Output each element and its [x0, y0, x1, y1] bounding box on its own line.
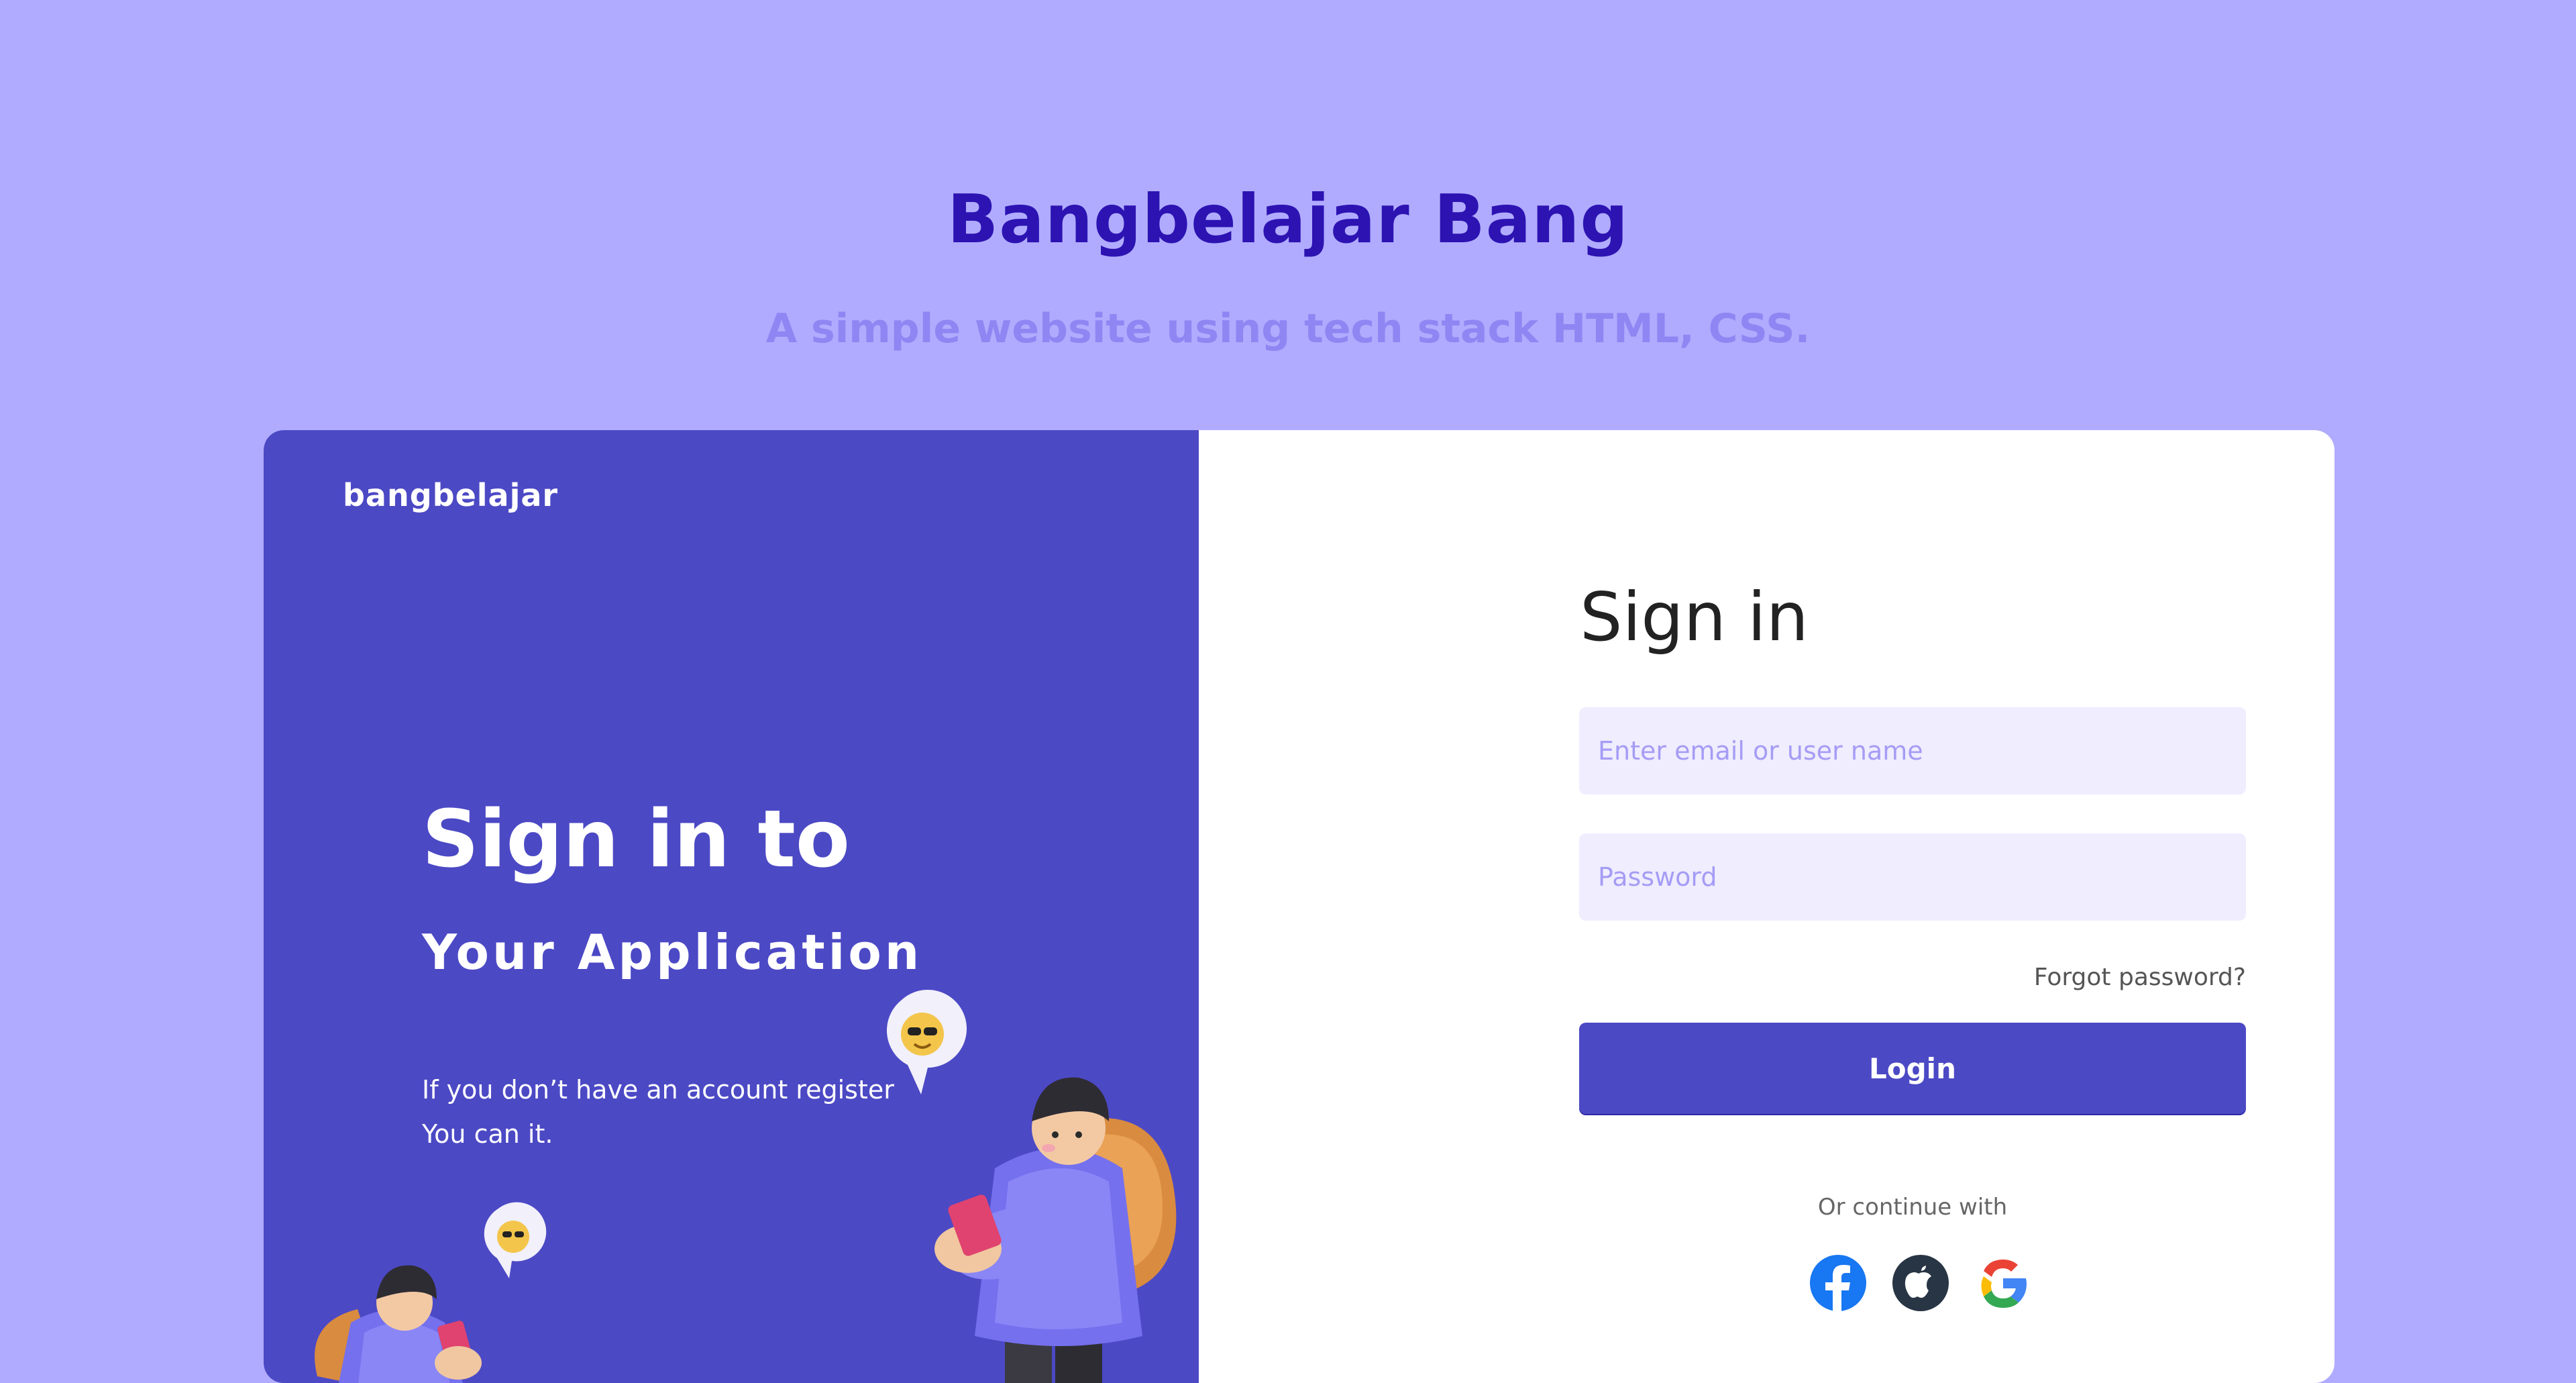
forgot-password-link[interactable]: Forgot password?: [1937, 964, 2246, 991]
brand-logo: bangbelajar: [343, 477, 559, 513]
page-subtitle: A simple website using tech stack HTML, …: [765, 305, 1811, 352]
character-illustration-small: [315, 1202, 547, 1383]
google-login-button[interactable]: [1974, 1254, 2032, 1312]
emoji-bubble-small: [484, 1202, 547, 1278]
apple-login-button[interactable]: [1892, 1254, 1949, 1312]
emoji-bubble: [886, 990, 967, 1094]
apple-icon: [1892, 1255, 1949, 1311]
page-title: Bangbelajar Bang: [947, 180, 1629, 258]
character-illustration-large: [886, 990, 1177, 1383]
promo-subheading: Your Application: [422, 924, 923, 980]
facebook-login-button[interactable]: [1809, 1254, 1867, 1312]
or-continue-label: Or continue with: [1817, 1194, 2008, 1221]
password-field[interactable]: [1579, 833, 2246, 921]
signin-form-panel: Sign in Forgot password? Login Or contin…: [1199, 430, 2334, 1383]
google-icon: [1981, 1260, 2027, 1308]
promo-heading: Sign in to: [422, 792, 850, 885]
signin-title: Sign in: [1580, 578, 1809, 656]
promo-panel: bangbelajar Sign in to Your Application …: [264, 430, 1199, 1383]
email-field[interactable]: [1579, 707, 2246, 795]
facebook-icon: [1810, 1255, 1866, 1312]
login-button[interactable]: Login: [1579, 1023, 2246, 1114]
signin-card: bangbelajar Sign in to Your Application …: [264, 430, 2334, 1383]
